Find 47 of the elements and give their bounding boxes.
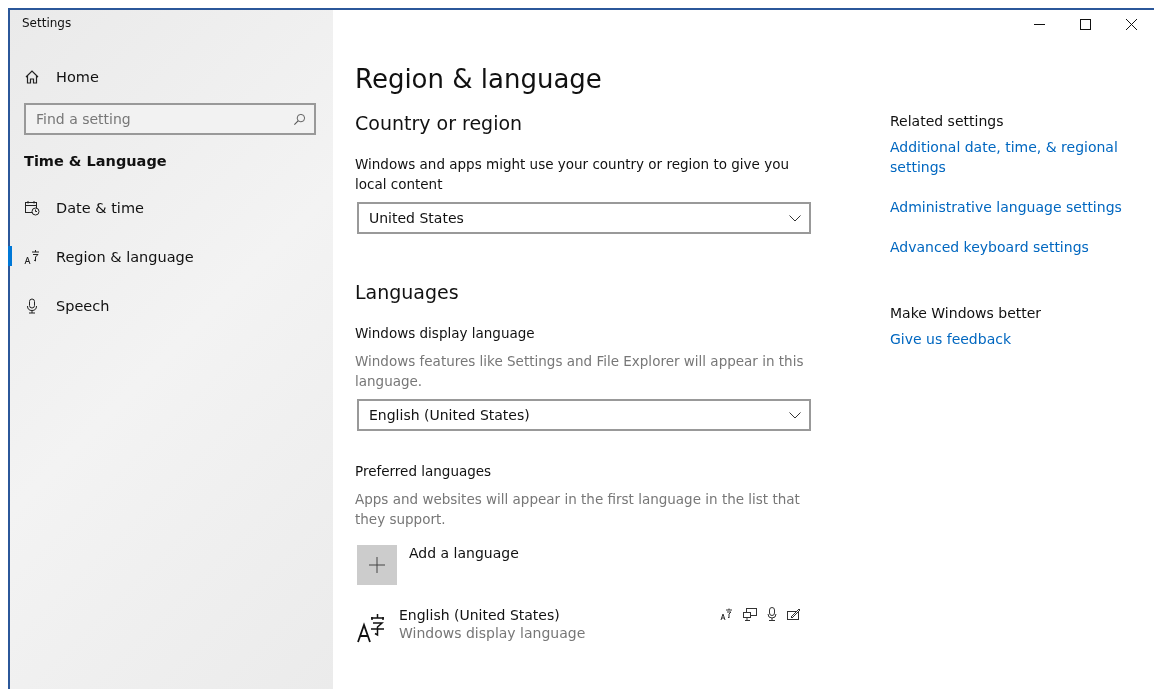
field-label: Preferred languages bbox=[355, 462, 493, 481]
microphone-icon bbox=[24, 297, 40, 314]
search-field[interactable]: Find a setting bbox=[24, 103, 316, 135]
plus-icon bbox=[369, 557, 385, 573]
language-icon bbox=[357, 613, 385, 643]
related-heading: Related settings bbox=[890, 113, 1004, 129]
monitor-icon bbox=[743, 607, 757, 621]
settings-link[interactable]: Additional date, time, & regional settings bbox=[890, 137, 1130, 177]
pen-icon bbox=[787, 608, 801, 620]
nav-item[interactable]: Speech bbox=[10, 281, 333, 330]
nav-item[interactable]: Date & time bbox=[10, 183, 333, 232]
country-dropdown[interactable]: United States bbox=[357, 202, 811, 234]
calendar-clock-icon bbox=[24, 199, 40, 216]
description-text: Apps and websites will appear in the first language in the list that they support. bbox=[355, 490, 801, 529]
chevron-icon bbox=[789, 214, 801, 222]
close-icon bbox=[1125, 18, 1137, 30]
search-icon bbox=[293, 113, 306, 126]
nav-label: Region & language bbox=[56, 248, 194, 265]
section-heading: Languages bbox=[355, 281, 460, 303]
nav-item[interactable]: Region & language bbox=[10, 232, 333, 281]
field-label: Windows display language bbox=[355, 324, 536, 343]
language-item[interactable]: English (United States) Windows display language bbox=[357, 607, 811, 643]
microphone-icon bbox=[767, 607, 777, 621]
add-language-button[interactable] bbox=[357, 545, 397, 585]
language-dropdown[interactable]: English (United States) bbox=[357, 399, 811, 431]
maximize-icon bbox=[1079, 18, 1091, 30]
settings-link[interactable]: Administrative language settings bbox=[890, 197, 1122, 217]
home-label: Home bbox=[56, 69, 99, 85]
language-icon bbox=[720, 607, 733, 621]
settings-link[interactable]: Advanced keyboard settings bbox=[890, 237, 1089, 257]
home-nav-item[interactable]: Home bbox=[10, 62, 333, 92]
add-language-label[interactable]: Add a language bbox=[409, 545, 519, 561]
nav-label: Speech bbox=[56, 297, 110, 314]
chevron-icon bbox=[789, 411, 801, 419]
page-title: Region & language bbox=[355, 64, 603, 94]
nav-label: Date & time bbox=[56, 199, 144, 216]
language-icon bbox=[24, 248, 40, 265]
feedback-link[interactable]: Give us feedback bbox=[890, 329, 1012, 349]
home-icon bbox=[24, 69, 40, 85]
section-heading: Country or region bbox=[355, 112, 524, 134]
description-text: Windows features like Settings and File Explorer will appear in this language. bbox=[355, 352, 805, 391]
related-heading: Make Windows better bbox=[890, 305, 1042, 321]
section-heading: Time & Language bbox=[23, 152, 168, 171]
language-detail: Windows display language bbox=[399, 625, 587, 641]
description-text: Windows and apps might use your country or region to give you local content bbox=[355, 155, 790, 194]
language-name: English (United States) bbox=[399, 607, 561, 623]
window-title: Settings bbox=[21, 15, 73, 32]
